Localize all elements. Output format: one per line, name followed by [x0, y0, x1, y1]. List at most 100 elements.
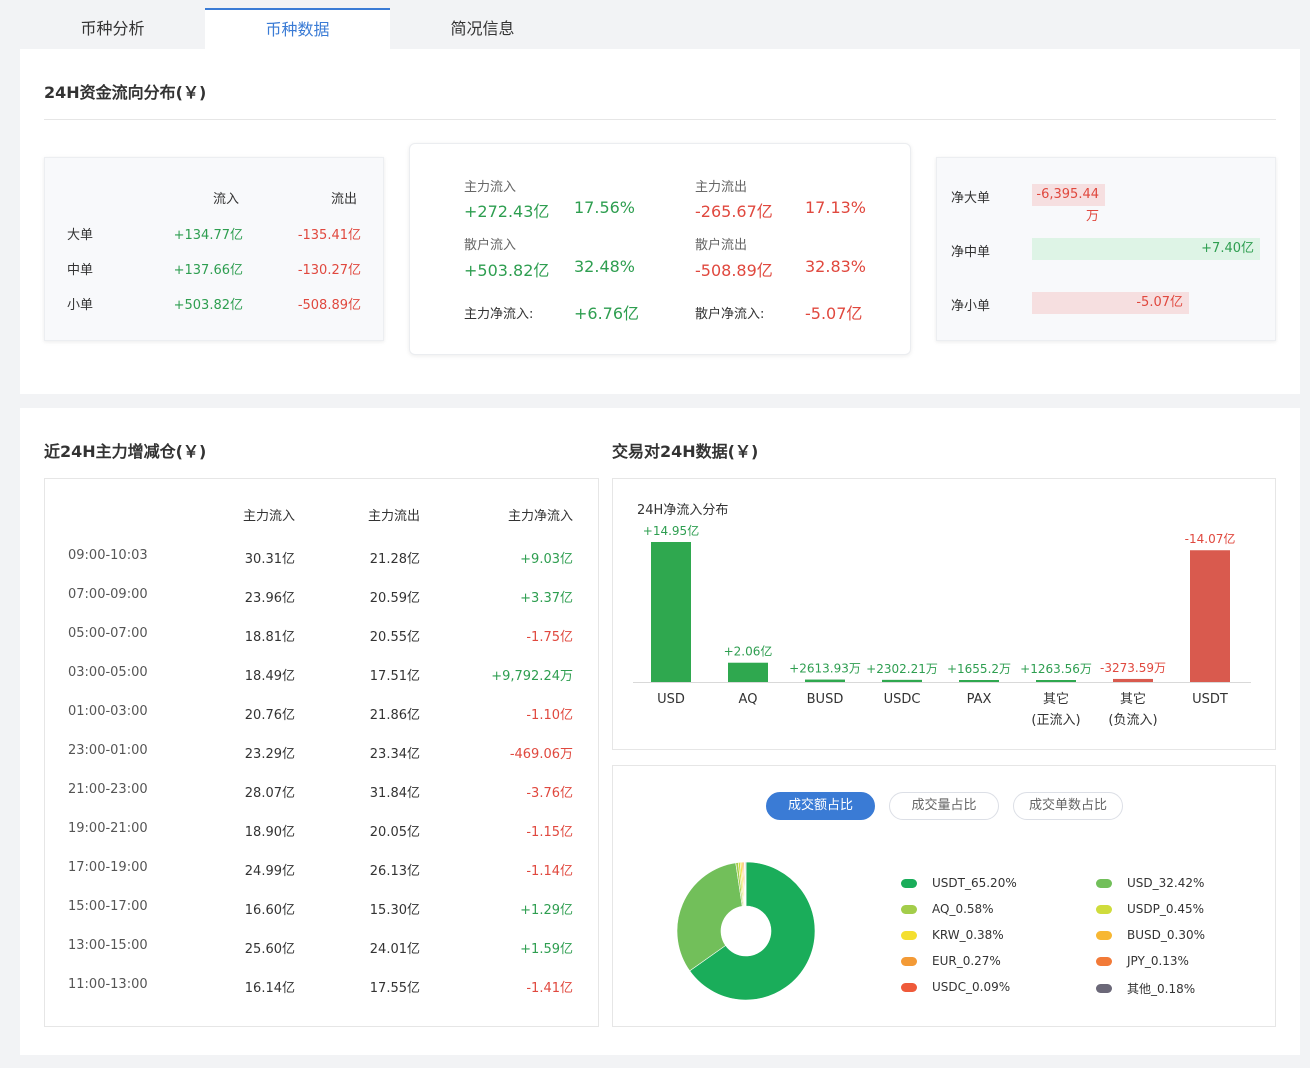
- th-main-net: 主力净流入: [507, 509, 573, 524]
- row-main-net: -3.76亿: [526, 786, 573, 801]
- retail-net-value: -5.07亿: [805, 304, 863, 323]
- bar-6: [1113, 678, 1153, 682]
- row-large-label: 大单: [67, 228, 94, 243]
- row-medium-out: -130.27亿: [297, 263, 361, 278]
- pill-order-count-share[interactable]: 成交单数占比: [1013, 792, 1123, 820]
- legend-item[interactable]: USDP_0.45%: [1096, 902, 1204, 916]
- row-main-out: 20.59亿: [369, 591, 420, 606]
- x-tick-label: PAX: [967, 692, 992, 707]
- legend-item[interactable]: AQ_0.58%: [901, 902, 994, 916]
- legend-item[interactable]: 其他_0.18%: [1096, 980, 1195, 997]
- row-main-in: 30.31亿: [244, 552, 295, 567]
- legend-item[interactable]: JPY_0.13%: [1096, 954, 1189, 968]
- row-medium-in: +137.66亿: [173, 263, 243, 278]
- legend-label: USDP_0.45%: [1127, 902, 1204, 916]
- bar-data-label: +1655.2万: [947, 662, 1011, 676]
- pairs-title: 交易对24H数据(￥): [612, 442, 759, 461]
- bar-0: [651, 542, 691, 682]
- tab-coin-analysis[interactable]: 币种分析: [20, 8, 205, 49]
- legend-swatch: [1096, 904, 1112, 914]
- col-inflow-header: 流入: [213, 192, 240, 207]
- position-panel: 近24H主力增减仓(￥) 交易对24H数据(￥) 主力流入 主力流出 主力净流入…: [20, 408, 1300, 1055]
- legend-label: KRW_0.38%: [932, 928, 1004, 942]
- row-time: 21:00-23:00: [68, 782, 148, 797]
- legend-swatch: [901, 956, 917, 966]
- row-main-in: 24.99亿: [244, 864, 295, 879]
- legend-item[interactable]: BUSD_0.30%: [1096, 928, 1205, 942]
- x-tick-label: USDT: [1192, 692, 1228, 707]
- fund-flow-panel: 24H资金流向分布(￥) 流入 流出 大单 +134.77亿 -135.41亿 …: [20, 49, 1300, 394]
- legend-item[interactable]: KRW_0.38%: [901, 928, 1004, 942]
- main-in-pct: 17.56%: [574, 198, 636, 217]
- row-medium-label: 中单: [67, 263, 94, 278]
- bar-4: [959, 680, 999, 682]
- row-time: 11:00-13:00: [68, 977, 148, 992]
- row-main-out: 17.51亿: [369, 669, 420, 684]
- retail-in-value: +503.82亿: [464, 261, 550, 280]
- net-inflow-chart: 24H净流入分布 +14.95亿 USD +2.06亿 AQ +2613.93万 BUSD…: [612, 478, 1276, 750]
- net-small-label: 净小单: [951, 299, 991, 314]
- main-in-value: +272.43亿: [464, 202, 550, 221]
- x-tick-label: USDC: [884, 692, 921, 707]
- row-main-net: -469.06万: [509, 747, 573, 762]
- row-main-net: +3.37亿: [520, 591, 573, 606]
- divider: [44, 119, 1276, 120]
- bar-data-label: +2613.93万: [789, 662, 861, 676]
- row-main-in: 25.60亿: [244, 942, 295, 957]
- row-large-in: +134.77亿: [173, 228, 243, 243]
- row-main-out: 23.34亿: [369, 747, 420, 762]
- row-main-net: +9.03亿: [520, 552, 573, 567]
- row-time: 05:00-07:00: [68, 626, 148, 641]
- bar-7: [1190, 550, 1230, 682]
- bar-data-label: +14.95亿: [643, 523, 699, 538]
- bar-5: [1036, 680, 1076, 682]
- pill-turnover-share[interactable]: 成交额占比: [766, 792, 875, 820]
- row-main-in: 18.81亿: [244, 630, 295, 645]
- row-time: 13:00-15:00: [68, 938, 148, 953]
- net-medium-bar: +7.40亿: [1032, 238, 1260, 260]
- legend-item[interactable]: USDC_0.09%: [901, 980, 1010, 994]
- retail-in-pct: 32.48%: [574, 257, 636, 276]
- row-main-out: 21.86亿: [369, 708, 420, 723]
- legend-swatch: [1096, 930, 1112, 940]
- row-main-out: 26.13亿: [369, 864, 420, 879]
- pie-chart-svg: [676, 861, 816, 1001]
- row-main-out: 21.28亿: [369, 552, 420, 567]
- row-time: 07:00-09:00: [68, 587, 148, 602]
- row-main-net: -1.14亿: [526, 864, 573, 879]
- bar-3: [882, 679, 922, 682]
- legend-item[interactable]: USDT_65.20%: [901, 876, 1017, 890]
- row-main-out: 20.05亿: [369, 825, 420, 840]
- legend-swatch: [1096, 984, 1112, 993]
- retail-out-label: 散户流出: [695, 238, 748, 253]
- legend-label: 其他_0.18%: [1127, 982, 1196, 996]
- legend-swatch: [901, 904, 917, 914]
- row-main-out: 15.30亿: [369, 903, 420, 918]
- retail-in-label: 散户流入: [464, 238, 517, 253]
- x-tick-label: USD: [657, 692, 685, 707]
- row-time: 03:00-05:00: [68, 665, 148, 680]
- tab-bar: 币种分析 币种数据 简况信息: [20, 8, 1300, 49]
- row-main-net: -1.75亿: [526, 630, 573, 645]
- row-main-in: 28.07亿: [244, 786, 295, 801]
- row-main-out: 24.01亿: [369, 942, 420, 957]
- pill-volume-share[interactable]: 成交量占比: [889, 792, 999, 820]
- row-main-in: 18.90亿: [244, 825, 295, 840]
- row-main-net: -1.15亿: [526, 825, 573, 840]
- legend-item[interactable]: EUR_0.27%: [901, 954, 1001, 968]
- legend-item[interactable]: USD_32.42%: [1096, 876, 1204, 890]
- main-out-pct: 17.13%: [805, 198, 867, 217]
- bar-data-label: -14.07亿: [1185, 531, 1236, 546]
- th-main-out: 主力流出: [367, 509, 420, 524]
- legend-swatch: [901, 878, 917, 888]
- tab-overview[interactable]: 简况信息: [390, 8, 575, 49]
- legend-swatch: [901, 930, 917, 940]
- row-time: 09:00-10:03: [68, 548, 148, 563]
- row-main-net: +9,792.24万: [491, 669, 573, 684]
- tab-coin-data[interactable]: 币种数据: [205, 8, 390, 49]
- legend-swatch: [1096, 878, 1112, 888]
- net-order-card: 净大单 -6,395.44万 净中单 +7.40亿 净小单 -5.07亿: [936, 157, 1276, 341]
- row-small-label: 小单: [67, 298, 94, 313]
- legend-label: USD_32.42%: [1127, 876, 1205, 890]
- main-out-value: -265.67亿: [695, 202, 773, 221]
